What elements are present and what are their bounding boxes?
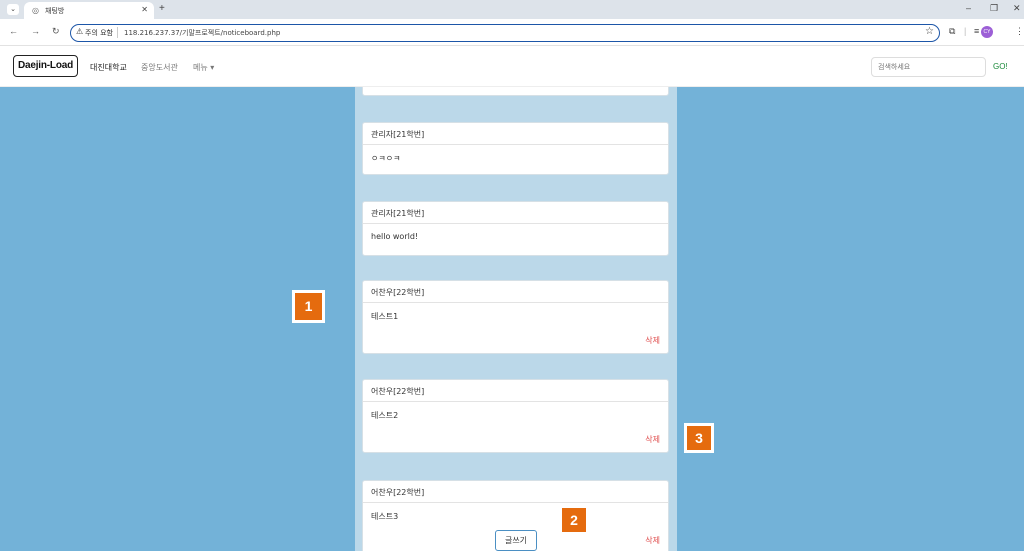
annotation-marker-1: 1 <box>292 290 325 323</box>
browser-tab-strip: ⌄ ◎ 채팅방 ✕ + – ❐ ✕ <box>0 0 1024 19</box>
bookmark-star-icon[interactable]: ☆ <box>925 26 934 37</box>
annotation-marker-2: 2 <box>559 505 589 535</box>
post-author: 관리자[21학번] <box>363 123 668 145</box>
annotation-marker-3: 3 <box>684 423 714 453</box>
back-arrow-icon[interactable]: ← <box>9 26 18 36</box>
window-close-icon[interactable]: ✕ <box>1013 3 1021 14</box>
post-card: 어찬우[22학번] 테스트1 삭제 <box>362 280 669 354</box>
board-column[interactable]: 관리자[21학번] ㅇㅋㅇㅋ 관리자[21학번] hello world! 어찬… <box>355 87 677 551</box>
post-content: hello world! <box>371 232 419 241</box>
reading-list-icon[interactable]: ≡ <box>974 26 979 36</box>
post-author: 어찬우[22학번] <box>363 481 668 503</box>
close-icon[interactable]: ✕ <box>141 5 148 14</box>
forward-arrow-icon[interactable]: → <box>31 26 40 36</box>
restore-icon[interactable]: ❐ <box>990 3 998 14</box>
url-text[interactable]: 118.216.237.37/기말프로젝트/noticeboard.php <box>124 28 280 38</box>
browser-menu-icon[interactable]: ⋮ <box>1015 26 1024 37</box>
tab-title: 채팅방 <box>45 7 65 15</box>
url-bar[interactable]: ⚠ 주의 요함 118.216.237.37/기말프로젝트/noticeboar… <box>70 24 940 42</box>
delete-button[interactable]: 삭제 <box>645 335 660 346</box>
post-card: 어찬우[22학번] 테스트2 삭제 <box>362 379 669 453</box>
post-author: 어찬우[22학번] <box>363 281 668 303</box>
post-content: 테스트1 <box>371 312 399 321</box>
url-divider <box>117 27 118 38</box>
nav-dropdown-menu[interactable]: 메뉴 ▾ <box>193 62 214 73</box>
tab-search-chevron-icon[interactable]: ⌄ <box>7 4 19 15</box>
toolbar-divider: | <box>964 26 967 36</box>
extensions-icon[interactable]: ⧉ <box>949 26 955 37</box>
brand-logo[interactable]: Daejin-Load <box>13 55 78 77</box>
go-button[interactable]: GO! <box>993 62 1008 71</box>
main-content: 관리자[21학번] ㅇㅋㅇㅋ 관리자[21학번] hello world! 어찬… <box>0 87 1024 551</box>
warning-icon: ⚠ <box>76 27 84 36</box>
nav-link-central-library[interactable]: 중앙도서관 <box>141 62 178 73</box>
post-content: ㅇㅋㅇㅋ <box>371 154 401 163</box>
post-card: 관리자[21학번] ㅇㅋㅇㅋ <box>362 122 669 175</box>
new-tab-button[interactable]: + <box>159 3 165 14</box>
post-author: 관리자[21학번] <box>363 202 668 224</box>
site-navbar: Daejin-Load 대진대학교 중앙도서관 메뉴 ▾ GO! <box>0 47 1024 87</box>
post-card-partial <box>362 87 669 96</box>
reload-icon[interactable]: ↻ <box>52 26 60 37</box>
delete-button[interactable]: 삭제 <box>645 535 660 546</box>
post-content: 테스트2 <box>371 411 399 420</box>
post-card: 관리자[21학번] hello world! <box>362 201 669 256</box>
post-author: 어찬우[22학번] <box>363 380 668 402</box>
globe-icon: ◎ <box>32 6 39 15</box>
search-input[interactable] <box>871 57 986 77</box>
delete-button[interactable]: 삭제 <box>645 434 660 445</box>
browser-tab[interactable]: ◎ 채팅방 ✕ <box>24 2 154 19</box>
post-content: 테스트3 <box>371 512 399 521</box>
nav-link-daejin-university[interactable]: 대진대학교 <box>90 62 127 73</box>
address-bar-row: ← → ↻ ⚠ 주의 요함 118.216.237.37/기말프로젝트/noti… <box>0 19 1024 46</box>
write-post-button[interactable]: 글쓰기 <box>495 530 537 551</box>
minimize-icon[interactable]: – <box>966 3 971 13</box>
profile-avatar[interactable]: CY <box>981 26 993 38</box>
security-warning-label[interactable]: 주의 요함 <box>85 28 113 38</box>
